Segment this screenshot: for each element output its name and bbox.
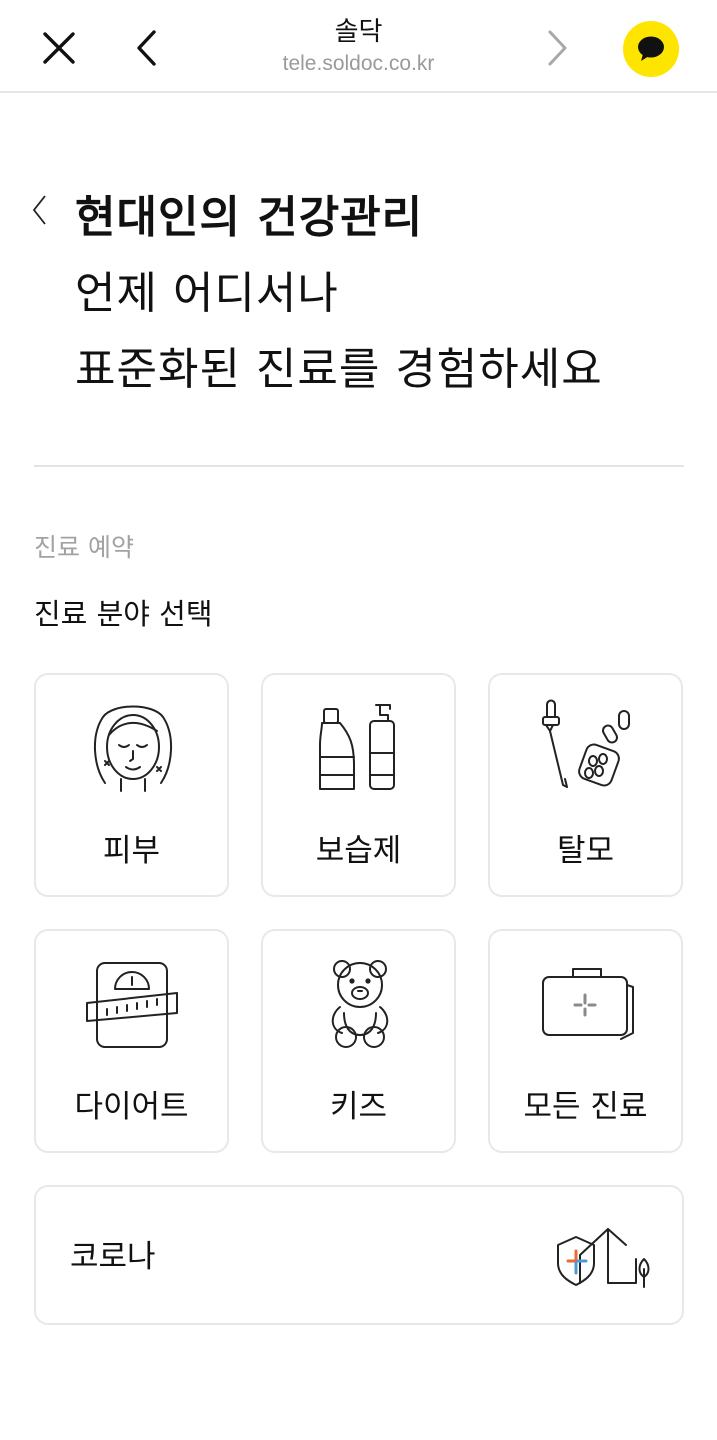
category-card-kids[interactable]: 키즈 — [261, 929, 456, 1153]
category-label: 다이어트 — [74, 1089, 189, 1125]
site-url: tele.soldoc.co.kr — [282, 52, 435, 75]
section-label: 진료 예약 — [34, 533, 134, 562]
back-button[interactable] — [118, 20, 174, 76]
category-card-all[interactable]: 모든 진료 — [488, 929, 683, 1153]
section-title: 진료 분야 선택 — [34, 597, 213, 631]
chevron-left-icon — [137, 30, 156, 66]
browser-top-bar: 솔닥 tele.soldoc.co.kr — [0, 0, 717, 93]
divider — [34, 465, 684, 467]
moisturizer-bottles-icon — [310, 695, 410, 800]
kakao-chat-icon — [638, 36, 664, 61]
chevron-right-icon — [548, 30, 567, 66]
category-label: 탈모 — [556, 833, 615, 869]
hero-headline: 현대인의 건강관리 언제 어디서나 표준화된 진료를 경험하세요 — [75, 180, 603, 408]
category-label: 피부 — [102, 833, 161, 869]
category-card-covid[interactable]: 코로나 — [34, 1185, 684, 1325]
teddy-bear-icon — [310, 951, 410, 1056]
category-label: 보습제 — [315, 833, 402, 869]
page-title-area: 솔닥 tele.soldoc.co.kr — [200, 14, 517, 78]
category-card-hair-loss[interactable]: 탈모 — [488, 673, 683, 897]
chat-button[interactable] — [623, 21, 679, 77]
shield-house-icon — [554, 1225, 654, 1293]
category-label: 키즈 — [329, 1089, 388, 1125]
medical-kit-icon — [537, 951, 637, 1056]
dropper-pills-icon — [537, 695, 637, 800]
close-icon — [43, 32, 75, 64]
close-button[interactable] — [31, 20, 87, 76]
category-label: 코로나 — [70, 1239, 156, 1275]
category-label: 모든 진료 — [523, 1089, 648, 1125]
hero-line-3: 표준화된 진료를 경험하세요 — [75, 344, 603, 395]
face-skin-icon — [83, 695, 183, 800]
category-card-skin[interactable]: 피부 — [34, 673, 229, 897]
hero-back-button[interactable] — [28, 192, 52, 232]
scale-tape-icon — [83, 951, 183, 1056]
hero-line-2: 언제 어디서나 — [75, 268, 339, 319]
category-card-moisturizer[interactable]: 보습제 — [261, 673, 456, 897]
site-title: 솔닥 — [334, 17, 383, 47]
forward-button[interactable] — [530, 20, 586, 76]
hero-line-1: 현대인의 건강관리 — [75, 192, 424, 243]
chevron-left-icon — [32, 195, 46, 225]
category-card-diet[interactable]: 다이어트 — [34, 929, 229, 1153]
